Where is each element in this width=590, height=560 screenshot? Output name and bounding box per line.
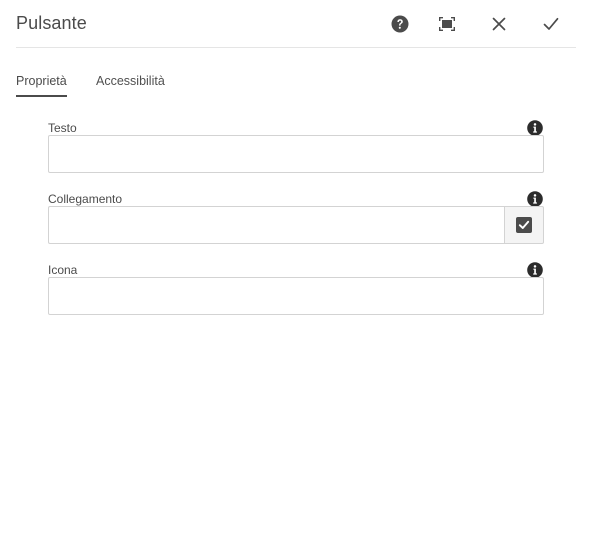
text-input[interactable]: [48, 135, 544, 173]
path-picker-button[interactable]: [504, 206, 544, 244]
done-button[interactable]: [540, 13, 562, 35]
dialog-header: Pulsante: [16, 0, 576, 48]
icon-input[interactable]: [48, 277, 544, 315]
tab-properties[interactable]: Proprietà: [16, 74, 67, 97]
text-field-label: Testo: [48, 121, 77, 135]
checkmark-icon: [543, 17, 559, 30]
button-dialog: Pulsante Proprietà Accessibilità Testo C…: [0, 0, 590, 560]
close-button[interactable]: [488, 13, 510, 35]
help-icon: [391, 15, 409, 33]
help-button[interactable]: [389, 13, 411, 35]
tab-accessibility[interactable]: Accessibilità: [96, 74, 165, 97]
info-icon[interactable]: [527, 120, 543, 136]
dialog-title: Pulsante: [16, 13, 87, 33]
fullscreen-button[interactable]: [436, 13, 458, 35]
link-input[interactable]: [48, 206, 505, 244]
link-field-label: Collegamento: [48, 192, 123, 206]
checkbox-checked-icon: [516, 217, 532, 233]
info-icon[interactable]: [527, 191, 543, 207]
icon-field-label: Icona: [48, 263, 78, 277]
info-icon[interactable]: [527, 262, 543, 278]
fullscreen-icon: [439, 17, 455, 31]
close-icon: [492, 17, 506, 31]
